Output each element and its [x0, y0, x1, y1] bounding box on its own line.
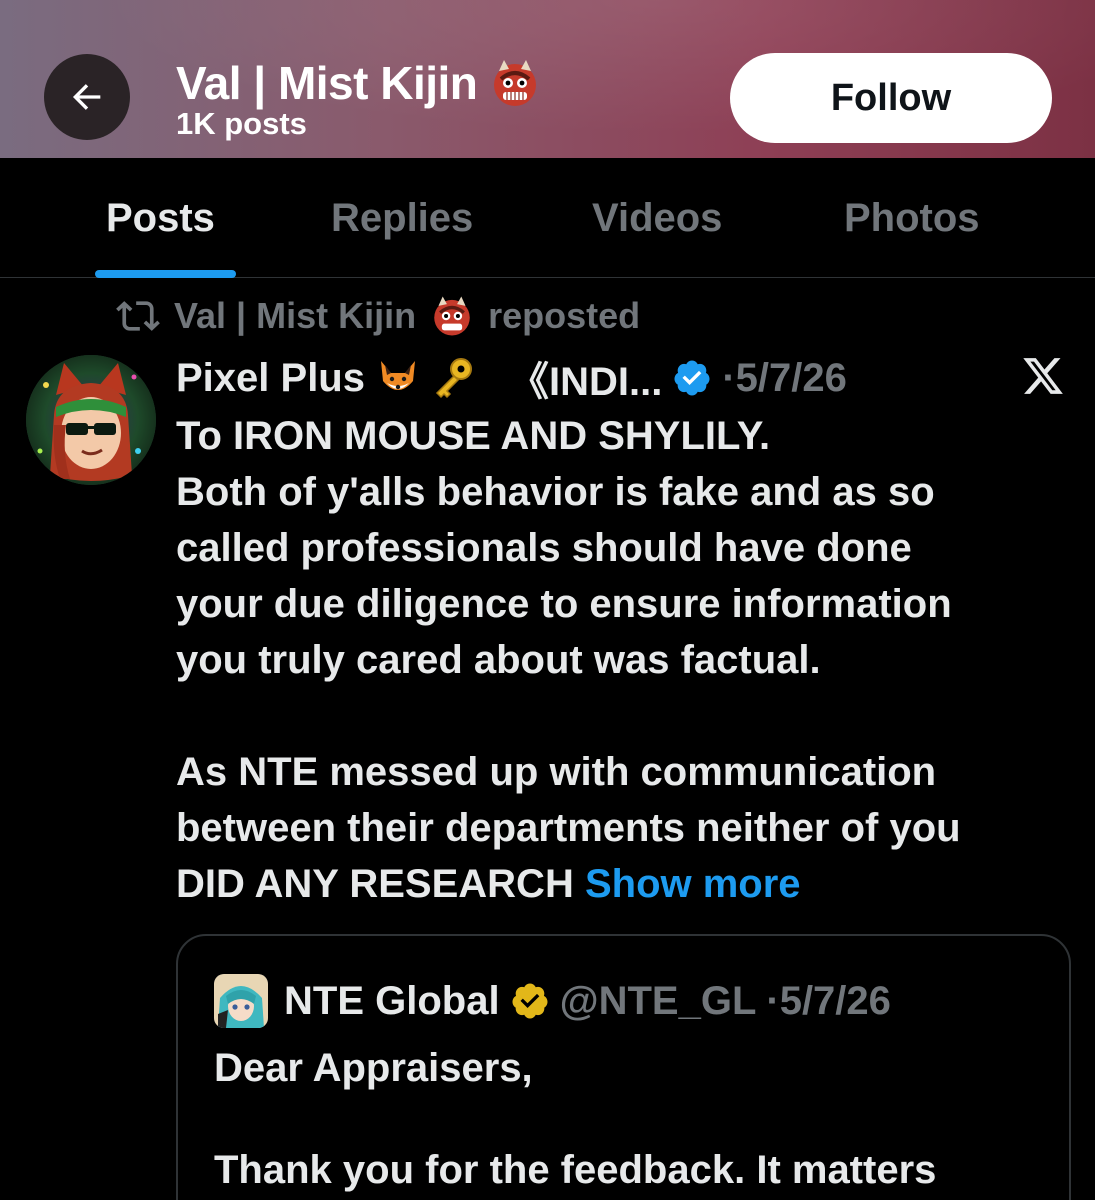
quoted-author-name: NTE Global — [284, 978, 500, 1023]
profile-header: Val | Mist Kijin 1K posts Follow — [0, 0, 1095, 158]
verified-badge-icon — [674, 360, 710, 396]
tab-posts[interactable]: Posts — [106, 196, 215, 241]
post-count: 1K posts — [176, 106, 307, 141]
post-last-text: DID ANY RESEARCH — [176, 862, 574, 906]
post-line: your due diligence to ensure information — [176, 582, 952, 626]
quoted-post-text: Dear Appraisers, Thank you for the feedb… — [214, 1040, 1054, 1198]
quoted-post-header: NTE Global @NTE_GL ·5/7/26 — [214, 972, 891, 1030]
ogre-emoji-icon — [494, 60, 537, 106]
tab-videos[interactable]: Videos — [592, 196, 722, 241]
post-date[interactable]: ·5/7/26 — [722, 356, 847, 401]
profile-name: Val | Mist Kijin — [176, 56, 541, 110]
post-line: called professionals should have done — [176, 526, 912, 570]
x-logo-icon[interactable] — [1020, 354, 1066, 398]
repost-user-name: Val | Mist Kijin — [174, 295, 417, 336]
post-line: between their departments neither of you — [176, 806, 961, 850]
tab-replies[interactable]: Replies — [331, 196, 473, 241]
quoted-blank-line — [214, 1096, 1054, 1142]
repost-context[interactable]: Val | Mist Kijin reposted — [116, 294, 640, 338]
quoted-line: Dear Appraisers, — [214, 1046, 533, 1090]
quoted-author-avatar — [214, 974, 268, 1028]
quoted-line: Thank you for the feedback. It matters — [214, 1148, 937, 1192]
quoted-post-date: ·5/7/26 — [766, 978, 891, 1023]
arrow-left-icon — [72, 84, 101, 110]
post-line: To IRON MOUSE AND SHYLILY. — [176, 414, 771, 458]
profile-tabs: Posts Replies Videos Photos — [0, 158, 1095, 278]
post-header: Pixel Plus 《INDI... ·5/7/26 — [176, 350, 847, 406]
avatar-image — [26, 355, 156, 485]
author-avatar[interactable] — [26, 355, 156, 485]
tab-photos[interactable]: Photos — [844, 196, 980, 241]
post-text: To IRON MOUSE AND SHYLILY. Both of y'all… — [176, 408, 1076, 912]
profile-name-text: Val | Mist Kijin — [176, 57, 478, 109]
post-line: As NTE messed up with communication — [176, 750, 937, 794]
fox-emoji-icon — [380, 361, 415, 390]
show-more-link[interactable]: Show more — [585, 862, 801, 906]
back-button[interactable] — [44, 54, 130, 140]
post-line: DID ANY RESEARCH Show more — [176, 856, 1076, 912]
author-handle-truncated: 《INDI... — [508, 360, 663, 404]
quoted-author-handle: @NTE_GL — [559, 978, 757, 1023]
post-blank-line — [176, 688, 1076, 744]
author-name[interactable]: Pixel Plus — [176, 356, 365, 401]
quoted-avatar-image — [214, 974, 268, 1028]
ogre-emoji-icon — [434, 296, 470, 336]
profile-screen: Val | Mist Kijin 1K posts Follow Posts R… — [0, 0, 1095, 1200]
repost-label: reposted — [488, 295, 641, 336]
quoted-post[interactable]: NTE Global @NTE_GL ·5/7/26 Dear Appraise… — [176, 934, 1071, 1200]
key-emoji-icon — [435, 358, 472, 399]
gold-verified-badge-icon — [512, 983, 548, 1019]
follow-button[interactable]: Follow — [730, 53, 1052, 143]
post-line: you truly cared about was factual. — [176, 638, 821, 682]
post-line: Both of y'alls behavior is fake and as s… — [176, 470, 935, 514]
active-tab-indicator — [95, 270, 236, 278]
repost-icon — [116, 301, 160, 331]
